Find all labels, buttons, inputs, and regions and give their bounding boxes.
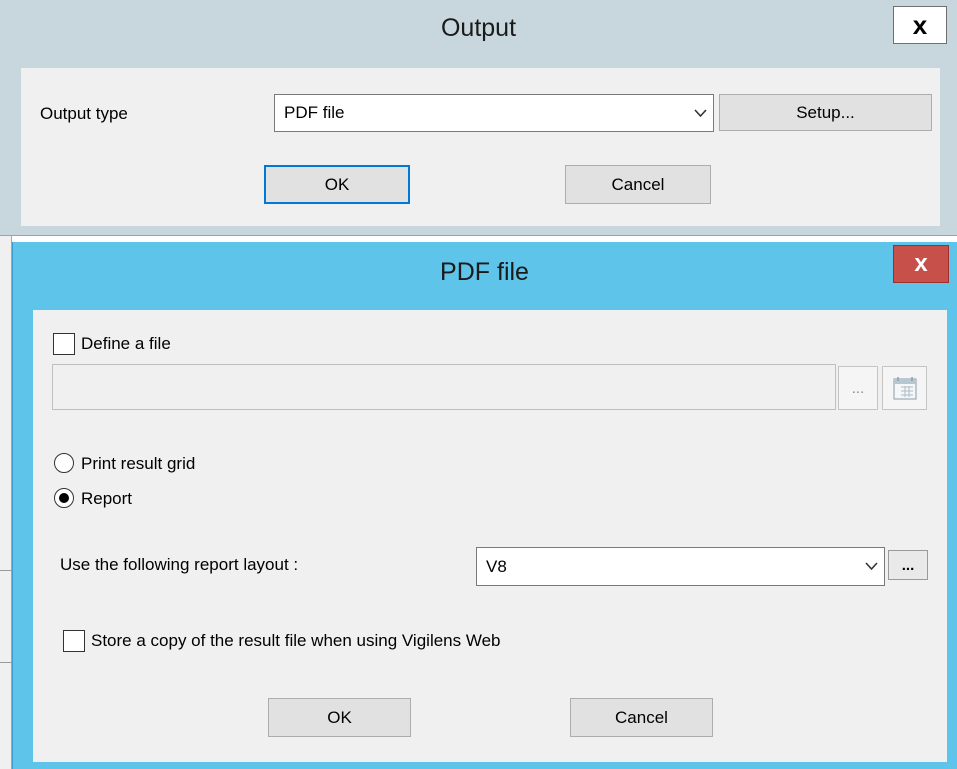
output-type-label: Output type [40, 104, 128, 123]
define-file-checkbox[interactable] [53, 333, 75, 355]
report-radio[interactable] [54, 488, 74, 508]
report-layout-select[interactable]: V8 [476, 547, 885, 586]
setup-button[interactable]: Setup... [719, 94, 932, 131]
report-label: Report [81, 489, 133, 508]
ellipsis-icon: ... [901, 556, 915, 574]
close-icon: x [912, 9, 928, 40]
output-type-select[interactable]: PDF file [274, 94, 714, 132]
radio-selected-dot [59, 493, 69, 503]
output-type-value: PDF file [284, 103, 345, 122]
output-cancel-button[interactable]: Cancel [565, 165, 711, 204]
background-divider [0, 662, 12, 663]
close-icon: x [914, 250, 928, 277]
calendar-icon [892, 377, 917, 400]
ellipsis-icon: ... [851, 379, 865, 397]
report-layout-browse-button[interactable]: ... [888, 550, 928, 580]
chevron-down-icon [687, 95, 713, 131]
file-path-input[interactable] [52, 364, 836, 410]
report-layout-label: Use the following report layout : [60, 555, 299, 574]
pdf-cancel-button[interactable]: Cancel [570, 698, 713, 737]
output-dialog-title: Output [440, 14, 517, 42]
background-divider [0, 570, 12, 571]
store-copy-checkbox[interactable] [63, 630, 85, 652]
pdf-ok-button[interactable]: OK [268, 698, 411, 737]
print-result-grid-radio[interactable] [54, 453, 74, 473]
print-result-grid-label: Print result grid [81, 454, 196, 473]
report-layout-value: V8 [486, 556, 507, 576]
calendar-button[interactable] [882, 366, 927, 410]
store-copy-label: Store a copy of the result file when usi… [91, 631, 501, 650]
output-dialog-body [21, 68, 940, 226]
output-ok-button[interactable]: OK [264, 165, 410, 204]
output-close-button[interactable]: x [893, 6, 947, 44]
pdf-dialog-title: PDF file [440, 258, 529, 286]
pdf-close-button[interactable]: x [893, 245, 949, 283]
define-file-label: Define a file [81, 334, 171, 353]
file-browse-button[interactable]: ... [838, 366, 878, 410]
background-window-edge [0, 236, 12, 769]
chevron-down-icon [858, 548, 884, 585]
